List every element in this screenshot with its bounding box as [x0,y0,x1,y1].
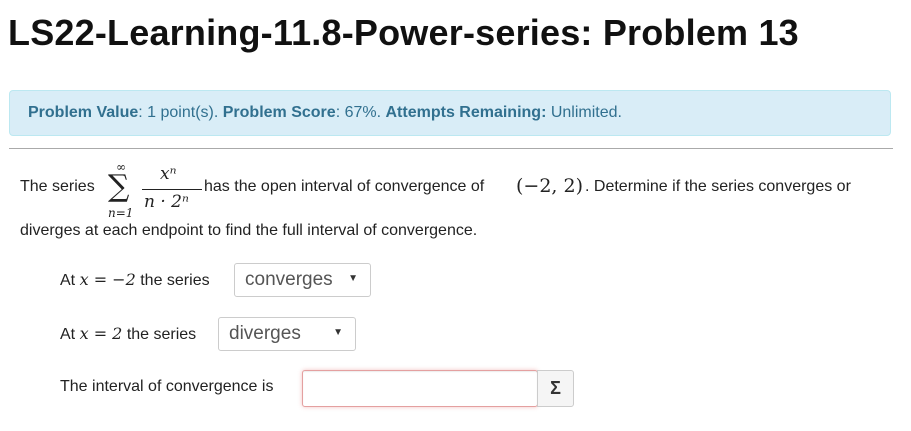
attempts-remaining-label: Attempts Remaining: [385,104,547,121]
problem-value-label: Problem Value [28,104,139,121]
endpoint-1-row: At x = −2 the series [60,270,210,290]
open-interval-math: (−2, 2) [516,175,584,197]
attempts-remaining-value: Unlimited. [546,104,622,121]
sigma-icon: Σ [550,378,561,398]
endpoint-1-suffix: the series [140,272,210,289]
problem-after-interval-text: . Determine if the series converges or [585,178,851,195]
fraction-bar [142,189,202,190]
endpoint-1-math: x = −2 [79,270,136,289]
series-term-fraction: xⁿ n · 2ⁿ [142,164,202,216]
endpoint-2-prefix: At [60,326,76,343]
problem-info-bar: Problem Value: 1 point(s). Problem Score… [9,90,891,136]
problem-line-2: diverges at each endpoint to find the fu… [20,222,478,239]
endpoint-1-prefix: At [60,272,76,289]
sum-lower-limit: n=1 [108,206,134,220]
problem-line-1: The series ∞ ∑ n=1 xⁿ n · 2ⁿ has the ope… [20,160,900,224]
chevron-down-icon: ▼ [333,327,343,338]
problem-score-label: Problem Score [222,104,336,121]
interval-question-label: The interval of convergence is [60,378,274,395]
endpoint-2-select[interactable]: diverges ▼ [218,317,356,351]
fraction-denominator: n · 2ⁿ [144,192,189,212]
problem-value: : 1 point(s). [138,104,223,121]
summation: ∞ ∑ n=1 [104,160,144,222]
problem-score: : 67%. [335,104,386,121]
problem-intro-text: The series [20,178,95,195]
chevron-down-icon: ▼ [348,273,358,284]
page-title: LS22-Learning-11.8-Power-series: Problem… [8,12,799,53]
endpoint-2-row: At x = 2 the series [60,324,196,344]
endpoint-1-select[interactable]: converges ▼ [234,263,371,297]
endpoint-1-selected-value: converges [245,269,333,290]
problem-middle-text: has the open interval of convergence of [204,178,485,195]
sigma-symbol: ∑ [108,169,130,204]
fraction-numerator: xⁿ [160,164,177,184]
endpoint-2-suffix: the series [126,326,197,343]
equation-editor-button[interactable]: Σ [537,370,574,407]
endpoint-2-selected-value: diverges [229,323,301,344]
divider [9,148,893,149]
endpoint-2-math: x = 2 [79,324,123,343]
interval-answer-input[interactable] [302,370,538,407]
